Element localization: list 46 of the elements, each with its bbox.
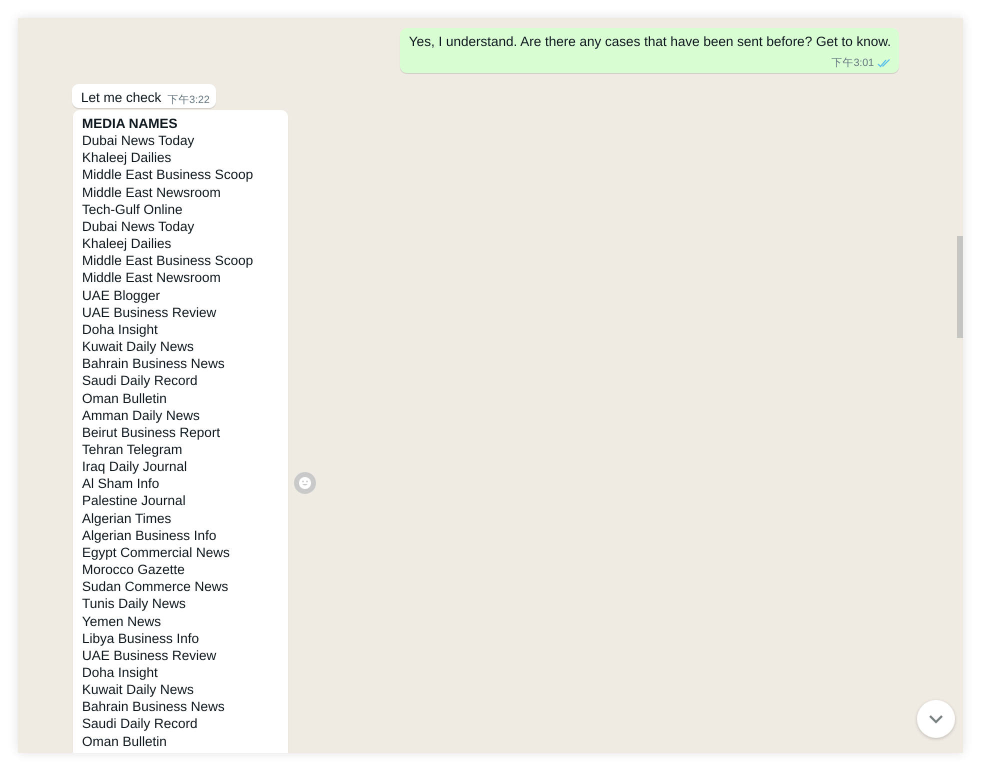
media-name: UAE Business Review [82, 646, 218, 664]
media-name: Algerian Business Info [82, 526, 218, 544]
media-name: Middle East Business Scoop [82, 252, 254, 270]
media-name: Tehran Telegram [82, 440, 184, 458]
message-time: 下午3:01 [832, 56, 874, 70]
media-name: Algerian Times [82, 510, 172, 527]
media-name: Bahrain Business News [82, 698, 226, 716]
scroll-down-button[interactable] [917, 700, 955, 738]
media-name: Beirut Business Report [82, 424, 222, 441]
scrollbar-thumb[interactable] [957, 236, 963, 338]
media-name: Oman Bulletin [82, 390, 168, 407]
media-name: Dubai News Today [82, 218, 196, 236]
media-name: Tech-Gulf Online [82, 200, 184, 218]
emoji-react-button[interactable] [294, 472, 316, 494]
media-name: Kuwait Daily News [82, 681, 195, 698]
media-name: Oman Bulletin [82, 732, 168, 750]
media-name: Middle East Newsroom [82, 184, 222, 201]
media-name: Khaleej Dailies [82, 149, 172, 166]
media-name: Morocco Gazette [82, 561, 186, 578]
chevron-down-icon [928, 714, 944, 724]
list-heading: MEDIA NAMES [82, 115, 179, 132]
media-name: Palestine Journal [82, 492, 187, 510]
media-name: Iraq Daily Journal [82, 458, 188, 476]
media-name: Sudan Commerce News [82, 578, 230, 596]
media-name: Doha Insight [82, 320, 159, 338]
media-name: Doha Insight [82, 664, 159, 682]
media-name: Dubai News Today [82, 132, 196, 150]
media-name: Al Sham Info [82, 475, 160, 492]
media-name: Egypt Commercial News [82, 544, 231, 562]
media-name: Libya Business Info [82, 630, 200, 647]
media-name: Saudi Daily Record [82, 715, 199, 733]
media-name: Yemen News [82, 612, 162, 630]
media-name: Middle East Business Scoop [82, 166, 254, 184]
media-name: Khaleej Dailies [82, 235, 172, 252]
media-name: Kuwait Daily News [82, 338, 195, 356]
media-name: Bahrain Business News [82, 355, 226, 372]
media-name: Middle East Newsroom [82, 269, 222, 287]
media-name: UAE Business Review [82, 304, 218, 321]
message-time: 下午3:22 [167, 93, 210, 107]
media-name: UAE Blogger [82, 286, 162, 304]
media-name: Tunis Daily News [82, 595, 187, 613]
message-text: Yes, I understand. Are there any cases that have been sent before? Get to know. [408, 34, 891, 49]
message-text: Let me check [81, 90, 162, 105]
media-name: Amman Daily News [82, 406, 201, 424]
smiley-icon [298, 476, 312, 490]
media-name: Saudi Daily Record [82, 372, 199, 390]
